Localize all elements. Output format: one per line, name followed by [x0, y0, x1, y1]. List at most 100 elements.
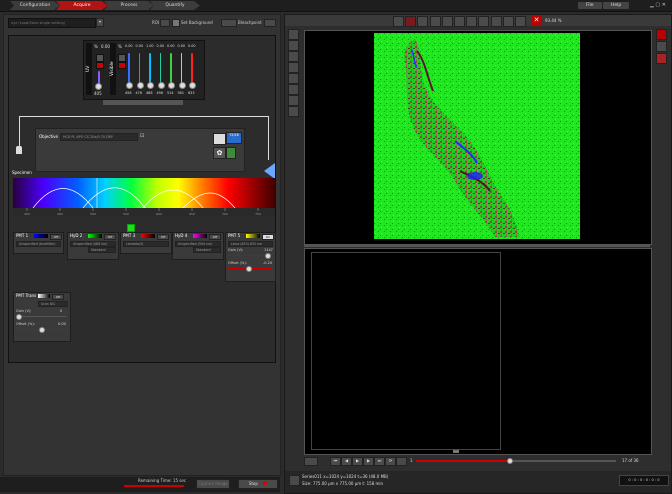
pen-icon[interactable]: [466, 16, 478, 27]
detector-toggle[interactable]: Off: [52, 294, 64, 300]
lut-toggle-icon[interactable]: [417, 16, 429, 27]
filter-wheel-icon[interactable]: [213, 133, 226, 145]
detector-dye-field[interactable]: Lambda(3): [123, 241, 169, 247]
play-mode-icon[interactable]: [304, 457, 318, 466]
window-controls[interactable]: ▁ ▢ ✕: [650, 2, 668, 9]
text-tool-icon[interactable]: [288, 95, 299, 106]
previous-frame-icon[interactable]: ◀: [341, 457, 352, 466]
laser-slider-track[interactable]: [180, 53, 182, 85]
close-view-icon[interactable]: ✕: [532, 16, 541, 25]
confirm-button[interactable]: [226, 147, 236, 159]
detector-color-swatch[interactable]: [141, 234, 155, 238]
loop-icon[interactable]: ⟳: [385, 457, 396, 466]
laser-slider-track[interactable]: [128, 53, 130, 85]
scale-tool-icon[interactable]: [288, 106, 299, 117]
detector-band-marker[interactable]: [127, 224, 135, 232]
stop-button[interactable]: Stop: [238, 479, 278, 489]
laser-slider-knob[interactable]: [178, 82, 186, 89]
mode-selector[interactable]: xyz (Load/Save single setting): [8, 18, 96, 28]
set-background-button[interactable]: [221, 19, 237, 27]
lut-icon[interactable]: [656, 53, 667, 64]
laser-slider-track[interactable]: [191, 53, 193, 85]
objective-select[interactable]: HCX PL APO CS 20x/0.70 DRY: [60, 133, 138, 141]
detector-toggle[interactable]: Off: [104, 234, 116, 240]
line-tool-icon[interactable]: [288, 51, 299, 62]
overlay-icon[interactable]: [441, 16, 453, 27]
scan-icon[interactable]: [405, 16, 417, 27]
fit-view-icon[interactable]: [393, 16, 404, 27]
tab-quantify[interactable]: Quantify: [150, 1, 200, 10]
tab-acquire[interactable]: Acquire: [56, 1, 108, 10]
menu-help[interactable]: Help: [603, 2, 630, 9]
uv-slider-knob[interactable]: [95, 83, 102, 90]
beam-splitter-button[interactable]: 72/28: [226, 132, 242, 144]
detector-color-swatch[interactable]: [246, 234, 260, 238]
laser-slider-knob[interactable]: [147, 82, 154, 89]
zoom-in-icon[interactable]: [502, 16, 514, 27]
pan-icon[interactable]: [490, 16, 502, 27]
rect-tool-icon[interactable]: [288, 62, 299, 73]
view-splitter[interactable]: [304, 244, 650, 247]
detector-toggle[interactable]: Off: [50, 234, 62, 240]
detector-color-swatch[interactable]: [88, 234, 102, 238]
emission-spectrum[interactable]: 400 450 500 550 600 650 700 750: [13, 178, 275, 216]
visible-toggle[interactable]: [118, 54, 126, 62]
last-frame-icon[interactable]: ⏭: [374, 457, 385, 466]
laser-slider-knob[interactable]: [136, 82, 144, 89]
laser-slider-track[interactable]: [149, 53, 151, 85]
gain-slider-track[interactable]: [16, 316, 66, 317]
laser-slider-knob[interactable]: [126, 82, 133, 89]
polygon-tool-icon[interactable]: [288, 84, 299, 95]
move-icon[interactable]: [478, 16, 490, 27]
tab-configuration[interactable]: Configuration: [10, 1, 60, 10]
laser-slider-track[interactable]: [138, 53, 140, 85]
capture-image-button[interactable]: Capture Image: [196, 479, 230, 489]
detector-mode-field[interactable]: Standard: [88, 247, 116, 253]
laser-slider-track[interactable]: [170, 53, 172, 85]
nosepiece-icon[interactable]: ✿: [213, 147, 226, 159]
roi-button[interactable]: [160, 19, 170, 27]
detector-toggle[interactable]: Off: [157, 234, 169, 240]
laser-slider-knob[interactable]: [157, 82, 165, 89]
offset-slider-knob[interactable]: [39, 327, 45, 333]
roi-tool-icon[interactable]: [288, 40, 299, 51]
detector-mode-field[interactable]: Scan DIC: [38, 301, 68, 307]
next-frame-icon[interactable]: ▶: [363, 457, 374, 466]
objective-lock-icon[interactable]: ⊡: [140, 133, 145, 139]
info-icon[interactable]: [289, 475, 300, 486]
gain-slider-knob[interactable]: [16, 314, 22, 320]
offset-slider-knob[interactable]: [246, 266, 252, 272]
laser-slider-track[interactable]: [159, 53, 161, 85]
channel-overlay-icon[interactable]: [656, 41, 667, 52]
detector-toggle[interactable]: Off: [209, 234, 221, 240]
laser-slider-knob[interactable]: [168, 82, 175, 89]
live-image-view[interactable]: [304, 30, 652, 245]
secondary-image-view[interactable]: [304, 248, 652, 455]
mode-dropdown-icon[interactable]: ▾: [96, 18, 104, 27]
detector-color-swatch[interactable]: [193, 234, 207, 238]
tab-process[interactable]: Process: [104, 1, 154, 10]
laser-slider-knob[interactable]: [189, 82, 196, 89]
detector-dye-field[interactable]: Unspecified (bluefilter): [16, 241, 61, 247]
specimen-marker-icon[interactable]: [264, 163, 275, 179]
gain-slider-knob[interactable]: [265, 253, 271, 259]
first-frame-icon[interactable]: ⏮: [330, 457, 341, 466]
detector-color-swatch[interactable]: [34, 234, 48, 238]
detector-toggle[interactable]: On: [262, 234, 274, 240]
menu-file[interactable]: File: [578, 2, 602, 9]
pointer-tool-icon[interactable]: [288, 29, 299, 40]
channel-1-icon[interactable]: [656, 29, 667, 40]
bleachpoint-button[interactable]: [264, 19, 276, 27]
ellipse-tool-icon[interactable]: [288, 73, 299, 84]
timeline-knob[interactable]: [507, 458, 513, 464]
detector-dye-field[interactable]: Leica (633) 633 nm: [228, 241, 273, 247]
frame-step-icon[interactable]: [396, 457, 407, 466]
detector-mode-field[interactable]: Standard: [193, 247, 221, 253]
detector-color-swatch[interactable]: [38, 294, 50, 298]
horizontal-scroll-thumb[interactable]: [453, 450, 459, 453]
stack-icon[interactable]: [454, 16, 465, 27]
zoom-out-icon[interactable]: [515, 16, 526, 27]
uv-toggle[interactable]: [96, 54, 104, 62]
set-background-checkbox[interactable]: [172, 19, 180, 27]
camera-icon[interactable]: [429, 16, 441, 27]
